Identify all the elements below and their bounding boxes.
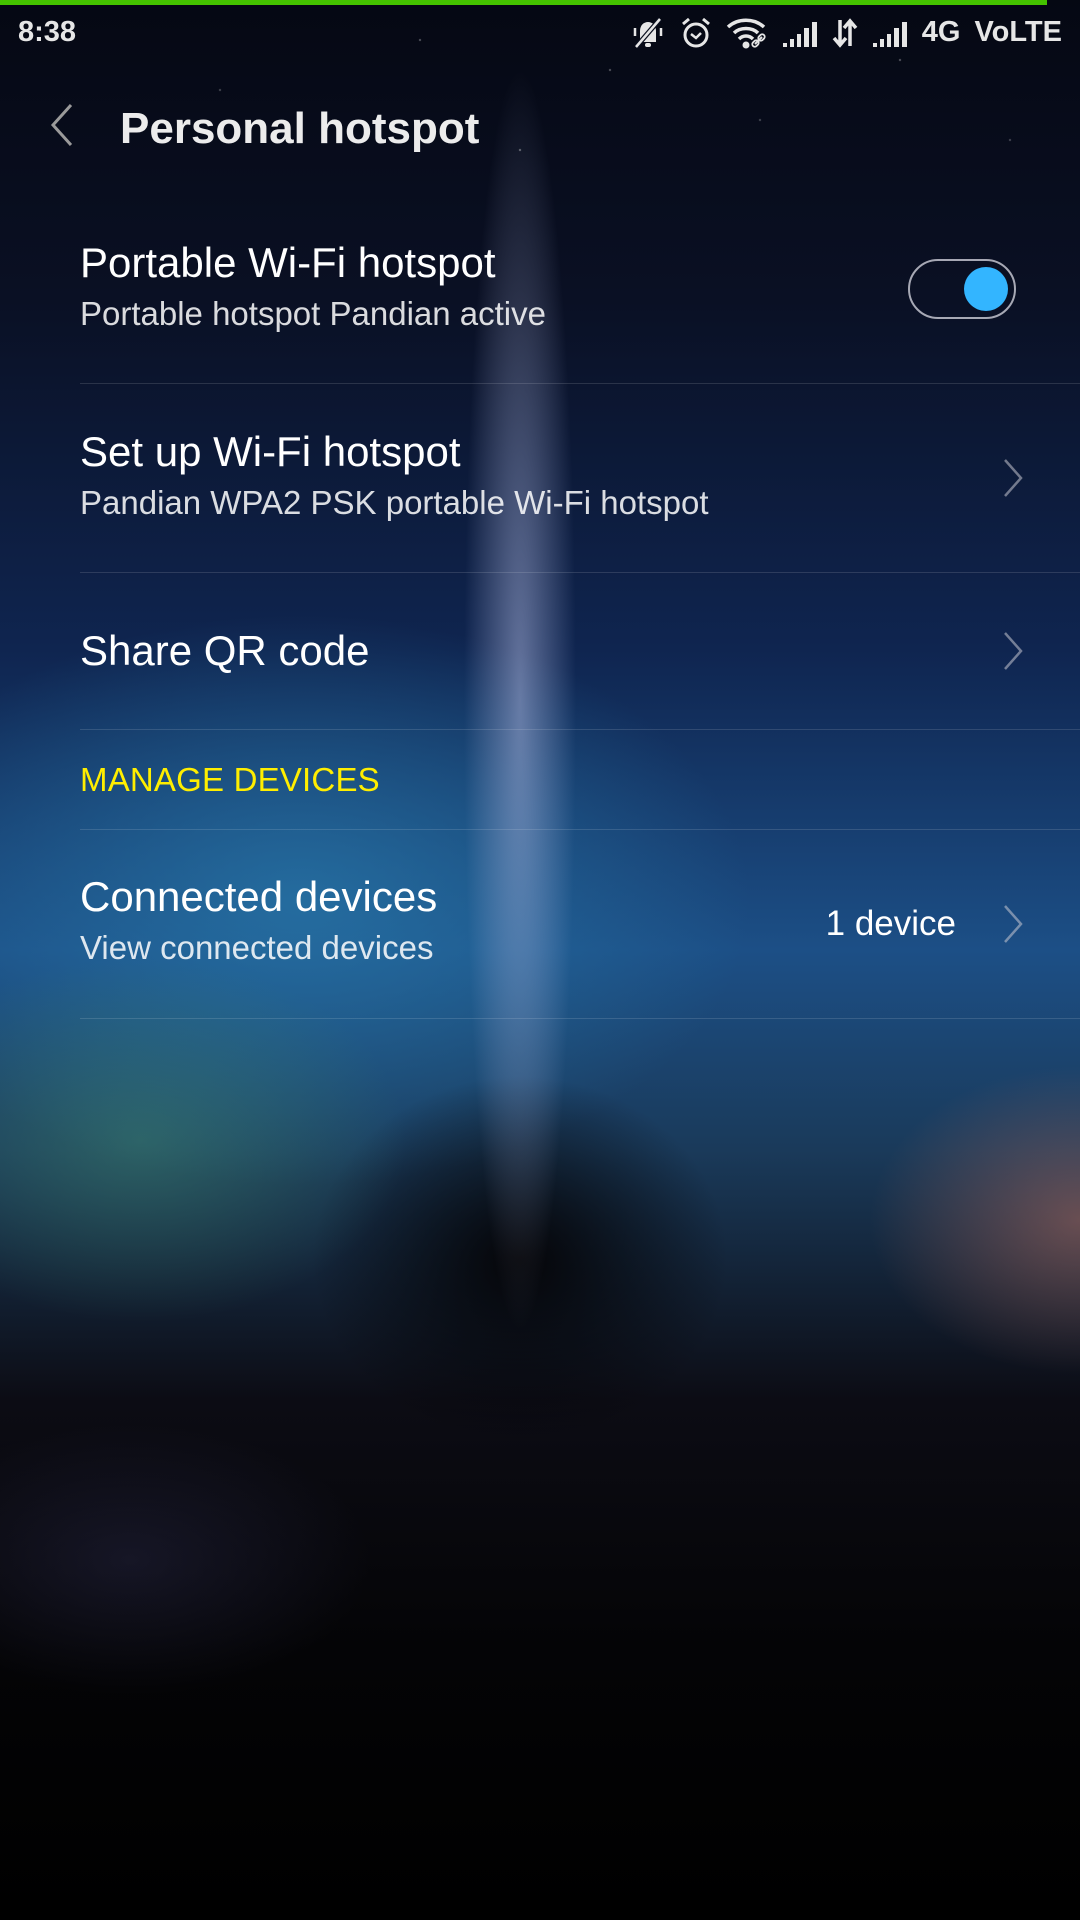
status-time: 8:38 xyxy=(18,16,77,48)
manage-devices-section-header: MANAGE DEVICES xyxy=(80,730,1080,830)
chevron-right-icon xyxy=(1002,630,1024,672)
network-type-label: 4G xyxy=(921,16,961,48)
item-title: Share QR code xyxy=(80,626,370,674)
portable-wifi-hotspot-item[interactable]: Portable Wi-Fi hotspot Portable hotspot … xyxy=(80,195,1080,384)
status-icons: 4G VoLTE xyxy=(630,16,1062,50)
chevron-right-icon xyxy=(1002,457,1024,499)
status-bar: 8:38 4G VoLTE xyxy=(0,5,1080,60)
share-qr-code-item[interactable]: Share QR code xyxy=(80,573,1080,730)
chevron-left-icon xyxy=(49,102,75,153)
toggle-knob xyxy=(964,267,1008,311)
alarm-clock-icon xyxy=(680,16,712,50)
connected-devices-item[interactable]: Connected devices View connected devices… xyxy=(80,830,1080,1019)
bell-muted-icon xyxy=(630,16,666,50)
page-title: Personal hotspot xyxy=(120,104,480,153)
app-header: Personal hotspot xyxy=(0,60,1080,195)
data-transfer-icon xyxy=(832,17,858,48)
signal-strength-icon xyxy=(872,18,908,48)
hotspot-toggle[interactable] xyxy=(908,259,1016,319)
chevron-right-icon xyxy=(1002,903,1024,945)
item-subtitle: Pandian WPA2 PSK portable Wi-Fi hotspot xyxy=(80,484,709,522)
wifi-hotspot-icon xyxy=(726,17,768,49)
item-title: Set up Wi-Fi hotspot xyxy=(80,428,461,475)
hotspot-active-bar xyxy=(0,0,1047,5)
settings-list: Portable Wi-Fi hotspot Portable hotspot … xyxy=(0,195,1080,1019)
setup-wifi-hotspot-item[interactable]: Set up Wi-Fi hotspot Pandian WPA2 PSK po… xyxy=(80,384,1080,573)
signal-strength-icon xyxy=(782,18,818,48)
device-count: 1 device xyxy=(825,904,956,943)
volte-label: VoLTE xyxy=(974,16,1062,48)
section-label: MANAGE DEVICES xyxy=(80,760,380,798)
back-button[interactable] xyxy=(40,102,84,152)
